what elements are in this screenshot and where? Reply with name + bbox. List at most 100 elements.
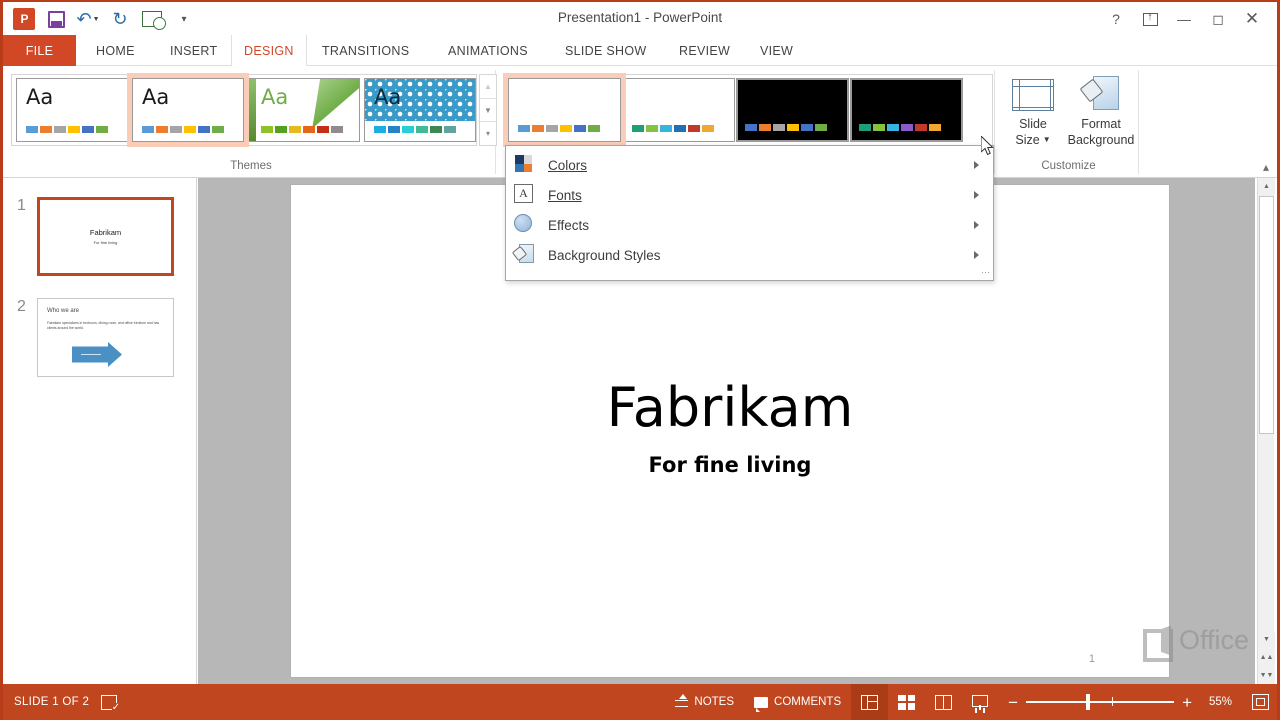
tab-file[interactable]: FILE bbox=[3, 35, 76, 66]
variant-item-2[interactable] bbox=[622, 78, 735, 142]
slide-sorter-view-icon bbox=[898, 695, 915, 710]
thumb-arrow-shape bbox=[72, 342, 122, 367]
zoom-level[interactable]: 55% bbox=[1200, 696, 1232, 708]
view-normal-button[interactable] bbox=[851, 684, 888, 720]
tab-insert[interactable]: INSERT bbox=[158, 35, 229, 66]
mouse-cursor bbox=[981, 136, 995, 156]
slide-thumbnail-pane: 1 Fabrikam For fine living 2 Who we are … bbox=[3, 178, 197, 684]
office-logo-icon bbox=[1143, 626, 1173, 656]
menu-item-label: Colors bbox=[548, 158, 587, 173]
scroll-down-icon[interactable]: ▼ bbox=[1258, 631, 1275, 648]
menu-item-fonts[interactable]: A Fonts bbox=[506, 180, 993, 210]
menu-item-background-styles[interactable]: Background Styles bbox=[506, 240, 993, 270]
view-reading-button[interactable] bbox=[925, 684, 962, 720]
variant-item-4[interactable] bbox=[850, 78, 963, 142]
tab-slide-show[interactable]: SLIDE SHOW bbox=[553, 35, 659, 66]
scroll-up-icon[interactable]: ▲ bbox=[480, 75, 496, 99]
variant-item-1[interactable] bbox=[508, 78, 621, 142]
variant-swatches bbox=[745, 124, 827, 131]
theme-item-ion-boardroom[interactable]: Aa bbox=[364, 78, 476, 142]
comments-label: COMMENTS bbox=[774, 696, 841, 708]
notes-label: NOTES bbox=[694, 696, 734, 708]
slide-title[interactable]: Fabrikam bbox=[291, 376, 1169, 439]
comments-button[interactable]: COMMENTS bbox=[744, 684, 851, 720]
menu-item-colors[interactable]: Colors bbox=[506, 150, 993, 180]
tab-review[interactable]: REVIEW bbox=[667, 35, 742, 66]
variant-swatches bbox=[632, 125, 714, 132]
fonts-icon: A bbox=[514, 184, 536, 206]
zoom-slider[interactable] bbox=[1026, 701, 1174, 703]
chevron-down-icon[interactable]: ▼ bbox=[1043, 135, 1051, 145]
zoom-in-button[interactable]: + bbox=[1182, 694, 1192, 711]
variant-swatches bbox=[859, 124, 941, 131]
thumb-body: Fabrikam specializes in bedroom, dining … bbox=[47, 321, 164, 331]
zoom-control: − + 55% bbox=[998, 694, 1242, 711]
zoom-out-button[interactable]: − bbox=[1008, 694, 1018, 711]
theme-swatches bbox=[142, 126, 224, 133]
theme-item-office[interactable]: Aa bbox=[16, 78, 128, 142]
theme-swatches bbox=[26, 126, 108, 133]
view-slide-sorter-button[interactable] bbox=[888, 684, 925, 720]
zoom-slider-thumb[interactable] bbox=[1086, 694, 1090, 710]
next-slide-icon[interactable]: ▼▼ bbox=[1258, 667, 1275, 684]
fonts-icon-glyph: A bbox=[514, 184, 533, 203]
scrollbar-thumb[interactable] bbox=[1259, 196, 1274, 434]
slide-size-icon bbox=[1012, 74, 1054, 116]
previous-slide-icon[interactable]: ▲▲ bbox=[1258, 649, 1275, 666]
collapse-ribbon-icon[interactable]: ▴ bbox=[1263, 160, 1269, 174]
background-styles-icon bbox=[514, 244, 536, 266]
format-background-icon bbox=[1083, 74, 1119, 116]
format-background-label-1: Format bbox=[1081, 116, 1121, 132]
view-slide-show-button[interactable] bbox=[962, 684, 998, 720]
maximize-icon[interactable]: ◻ bbox=[1201, 6, 1235, 32]
vertical-scrollbar[interactable]: ▲ ▼ ▲▲ ▼▼ bbox=[1257, 178, 1274, 684]
tab-transitions[interactable]: TRANSITIONS bbox=[310, 35, 421, 66]
more-themes-icon[interactable]: ▾ bbox=[480, 122, 496, 145]
close-icon[interactable]: ✕ bbox=[1235, 6, 1269, 32]
scroll-up-icon[interactable]: ▲ bbox=[1258, 178, 1275, 195]
help-icon[interactable]: ? bbox=[1099, 6, 1133, 32]
scrollbar-track[interactable] bbox=[1258, 434, 1274, 630]
customize-group: Slide Size ▼ Format Background Customize bbox=[999, 70, 1139, 174]
scroll-down-icon[interactable]: ▼ bbox=[480, 99, 496, 123]
slide-subtitle[interactable]: For fine living bbox=[291, 453, 1169, 477]
colors-icon bbox=[514, 154, 536, 176]
format-background-button[interactable]: Format Background bbox=[1061, 74, 1141, 148]
themes-gallery-scroll: ▲ ▼ ▾ bbox=[479, 74, 497, 146]
theme-swatches bbox=[261, 126, 343, 133]
variants-gallery bbox=[503, 74, 993, 146]
tab-design[interactable]: DESIGN bbox=[231, 35, 307, 67]
normal-view-icon bbox=[861, 695, 878, 710]
slide-thumbnail-1[interactable]: Fabrikam For fine living bbox=[37, 197, 174, 276]
notes-button[interactable]: NOTES bbox=[665, 684, 744, 720]
slide-thumbnail-2[interactable]: Who we are Fabrikam specializes in bedro… bbox=[37, 298, 174, 377]
theme-preview-text: Aa bbox=[26, 85, 53, 109]
theme-preview-text: Aa bbox=[142, 85, 169, 109]
status-bar-left: SLIDE 1 OF 2 bbox=[14, 695, 117, 710]
menu-item-label: Background Styles bbox=[548, 248, 661, 263]
tab-animations[interactable]: ANIMATIONS bbox=[436, 35, 540, 66]
theme-item-office-variant[interactable]: Aa bbox=[132, 78, 244, 142]
menu-item-effects[interactable]: Effects bbox=[506, 210, 993, 240]
spellcheck-icon[interactable] bbox=[101, 695, 117, 710]
tab-view[interactable]: VIEW bbox=[748, 35, 805, 66]
chevron-right-icon bbox=[974, 251, 979, 259]
facet-bar bbox=[249, 79, 256, 141]
theme-item-facet[interactable]: Aa bbox=[248, 78, 360, 142]
reading-view-icon bbox=[935, 695, 952, 710]
slide-show-view-icon bbox=[972, 695, 988, 710]
minimize-icon[interactable]: — bbox=[1167, 6, 1201, 32]
theme-preview-text: Aa bbox=[261, 85, 288, 109]
resize-grip[interactable]: ⋯ bbox=[981, 267, 989, 278]
ribbon-tabs: FILE HOME INSERT DESIGN TRANSITIONS ANIM… bbox=[3, 35, 1277, 66]
themes-group-label: Themes bbox=[7, 160, 495, 172]
slide-number-2: 2 bbox=[17, 298, 26, 316]
slide-size-button[interactable]: Slide Size ▼ bbox=[1001, 74, 1065, 148]
tab-home[interactable]: HOME bbox=[84, 35, 147, 66]
variant-item-3[interactable] bbox=[736, 78, 849, 142]
fit-slide-icon[interactable] bbox=[1252, 694, 1269, 710]
window-controls: ? — ◻ ✕ bbox=[1099, 6, 1269, 32]
slide-size-label-1: Slide bbox=[1019, 116, 1047, 132]
window-title: Presentation1 - PowerPoint bbox=[3, 10, 1277, 25]
ribbon-display-options-icon[interactable] bbox=[1133, 6, 1167, 32]
